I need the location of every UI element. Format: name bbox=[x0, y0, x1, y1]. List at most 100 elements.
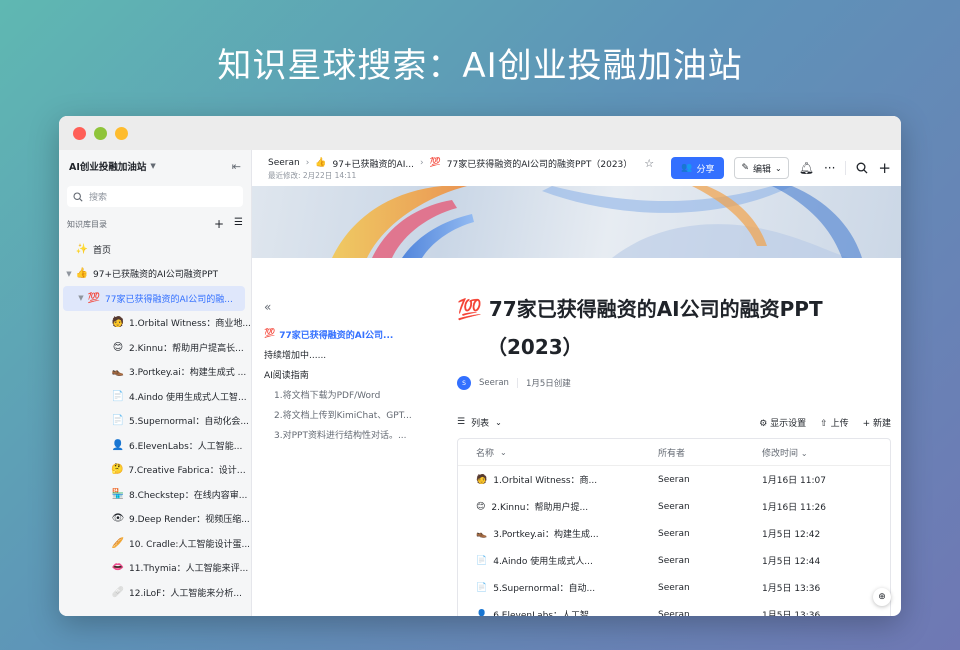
sidebar-item[interactable]: 👤 6.ElevenLabs：人工智能... bbox=[59, 433, 251, 458]
maximize-window-button[interactable] bbox=[94, 126, 107, 140]
table-row[interactable]: 📄 4.Aindo 使用生成式人... Seeran 1月5日 12:44 bbox=[458, 547, 890, 574]
item-icon: 🩹 bbox=[111, 586, 125, 598]
table-row[interactable]: 🧑 1.Orbital Witness：商... Seeran 1月16日 11:07 bbox=[458, 466, 890, 493]
author[interactable]: Seeran bbox=[479, 378, 509, 388]
outline-item[interactable]: 2.将文档上传到KimiChat、GPT... bbox=[264, 404, 429, 424]
sidebar-item[interactable]: 😊 2.Kinnu：帮助用户提高长... bbox=[59, 335, 251, 360]
outline-item[interactable]: 1.将文档下载为PDF/Word bbox=[264, 384, 429, 404]
main-content: Seeran › 👍 97+已获融资的AI... › 💯 77家已获得融资的AI… bbox=[252, 150, 901, 616]
sidebar-item[interactable]: 👄 11.Thymia：人工智能来评... bbox=[59, 556, 251, 581]
row-name: 1.Orbital Witness：商... bbox=[493, 476, 598, 486]
file-icon: 📄 bbox=[476, 582, 488, 593]
item-icon: 👁 bbox=[111, 513, 125, 525]
topbar: Seeran › 👍 97+已获融资的AI... › 💯 77家已获得融资的AI… bbox=[252, 150, 901, 186]
file-icon: 👞 bbox=[476, 528, 488, 539]
collapse-outline-icon[interactable]: « bbox=[264, 300, 429, 324]
breadcrumb-item-0[interactable]: Seeran bbox=[268, 158, 300, 168]
pencil-icon: ✎ bbox=[741, 163, 750, 173]
share-button[interactable]: 👥 分享 bbox=[671, 157, 725, 179]
edit-button[interactable]: ✎ 编辑 ⌄ bbox=[734, 157, 789, 179]
list-settings-icon[interactable]: ☰ bbox=[234, 217, 243, 231]
view-switcher[interactable]: ☰ 列表 ⌄ bbox=[457, 416, 502, 429]
sidebar-item-label: 1.Orbital Witness：商业地... bbox=[129, 319, 251, 330]
display-settings-button[interactable]: ⚙ 显示设置 bbox=[759, 416, 806, 429]
search-icon bbox=[73, 191, 83, 202]
sidebar-item[interactable]: 🏪 8.Checkstep：在线内容审... bbox=[59, 482, 251, 507]
settings-icon: ⚙ bbox=[759, 418, 771, 429]
item-icon: 👞 bbox=[111, 366, 125, 378]
chevron-right-icon: › bbox=[305, 158, 310, 168]
help-float-button[interactable]: ⊕ bbox=[873, 588, 891, 606]
outline-label: 77家已获得融资的AI公司... bbox=[279, 330, 394, 341]
upload-button[interactable]: ⇧ 上传 bbox=[820, 416, 848, 429]
sidebar-item[interactable]: 👞 3.Portkey.ai：构建生成式 ... bbox=[59, 360, 251, 385]
outline-item[interactable]: 持续增加中...... bbox=[264, 344, 429, 364]
breadcrumb-item-1[interactable]: 97+已获融资的AI... bbox=[333, 157, 414, 170]
more-icon[interactable]: ··· bbox=[824, 161, 835, 175]
table-row[interactable]: 👞 3.Portkey.ai：构建生成... Seeran 1月5日 12:42 bbox=[458, 520, 890, 547]
sidebar-item[interactable]: 🩹 12.iLoF：人工智能来分析... bbox=[59, 580, 251, 605]
avatar[interactable]: S bbox=[457, 376, 471, 390]
column-name[interactable]: 名称 ⌄ bbox=[458, 446, 658, 459]
search-placeholder: 搜索 bbox=[89, 193, 108, 203]
sidebar-item[interactable]: 🤔 7.Creative Fabrica：设计初... bbox=[59, 458, 251, 483]
bell-icon[interactable]: 🔔︎ bbox=[799, 161, 814, 175]
sidebar-item[interactable]: 🧑 1.Orbital Witness：商业地... bbox=[59, 311, 251, 336]
workspace-switcher[interactable]: AI创业投融加油站 ▼ bbox=[69, 159, 156, 173]
view-label: 列表 bbox=[471, 418, 490, 429]
search-icon[interactable] bbox=[856, 162, 868, 174]
sidebar-item[interactable]: 🥖 10. Cradle:人工智能设计蛋... bbox=[59, 531, 251, 556]
table-row[interactable]: 👤 6.ElevenLabs：人工智... Seeran 1月5日 13:36 bbox=[458, 601, 890, 617]
add-icon[interactable]: + bbox=[214, 217, 224, 231]
sidebar-search[interactable]: 搜索 bbox=[67, 186, 243, 207]
row-owner: Seeran bbox=[658, 474, 690, 485]
row-name-cell: 👤 6.ElevenLabs：人工智... bbox=[458, 608, 658, 617]
upload-icon: ⇧ bbox=[820, 418, 831, 429]
outline-item[interactable]: 💯 77家已获得融资的AI公司... bbox=[264, 324, 429, 344]
caret-icon[interactable]: ▼ bbox=[75, 294, 87, 302]
caret-icon[interactable]: ▼ bbox=[63, 270, 75, 278]
table-row[interactable]: 📄 5.Supernormal：自动... Seeran 1月5日 13:36 bbox=[458, 574, 890, 601]
chevron-down-icon: ⌄ bbox=[500, 447, 507, 457]
sidebar-item-label: 4.Aindo 使用生成式人工智... bbox=[129, 392, 247, 403]
sidebar-item[interactable]: ▼ 💯 77家已获得融资的AI公司的融... bbox=[63, 286, 245, 311]
title-line-2: （2023） bbox=[487, 335, 583, 359]
sidebar-item[interactable]: 👁 9.Deep Render：视频压缩... bbox=[59, 507, 251, 532]
collapse-sidebar-icon[interactable]: ⇤ bbox=[232, 160, 241, 173]
share-label: 分享 bbox=[696, 164, 715, 175]
outline-icon: 💯 bbox=[264, 329, 276, 339]
table-row[interactable]: 😊 2.Kinnu：帮助用户提... Seeran 1月16日 11:26 bbox=[458, 493, 890, 520]
outline-item[interactable]: 3.对PPT资料进行结构性对话。... bbox=[264, 424, 429, 444]
sidebar-item[interactable]: 📄 5.Supernormal：自动化会... bbox=[59, 409, 251, 434]
chevron-down-icon: ⌄ bbox=[800, 448, 808, 458]
item-icon: 📄 bbox=[111, 390, 125, 402]
sidebar-item[interactable]: 📄 4.Aindo 使用生成式人工智... bbox=[59, 384, 251, 409]
sidebar-item[interactable]: ✨ 首页 bbox=[59, 237, 251, 262]
sidebar-item[interactable]: ▼ 👍 97+已获融资的AI公司融资PPT bbox=[59, 262, 251, 287]
file-table: 名称 ⌄ 所有者 修改时间 ⌄ 🧑 1.Orbital Witness：商... Se… bbox=[457, 438, 891, 616]
outline-label: 持续增加中...... bbox=[264, 350, 327, 361]
close-window-button[interactable] bbox=[73, 126, 86, 140]
breadcrumb-item-2[interactable]: 77家已获得融资的AI公司的融资PPT（2023） bbox=[447, 157, 633, 170]
row-owner: Seeran bbox=[658, 582, 690, 593]
add-icon[interactable]: + bbox=[878, 159, 891, 177]
file-icon: 🧑 bbox=[476, 474, 488, 485]
outline-label: 2.将文档上传到KimiChat、GPT... bbox=[274, 410, 412, 421]
divider bbox=[516, 378, 518, 388]
column-modified[interactable]: 修改时间 ⌄ bbox=[762, 446, 890, 459]
file-icon: 👤 bbox=[476, 609, 488, 617]
cover-art bbox=[332, 186, 862, 258]
new-button[interactable]: + 新建 bbox=[863, 416, 891, 429]
app-window: AI创业投融加油站 ▼ ⇤ 搜索 知识库目录 + ☰ ✨ 首页 ▼ 👍 97+已获融资的… bbox=[59, 116, 901, 616]
minimize-window-button[interactable] bbox=[115, 126, 128, 140]
row-modified: 1月5日 12:44 bbox=[762, 557, 821, 567]
sidebar: AI创业投融加油站 ▼ ⇤ 搜索 知识库目录 + ☰ ✨ 首页 ▼ 👍 97+已获融资的… bbox=[59, 150, 252, 616]
row-modified: 1月5日 13:36 bbox=[762, 611, 821, 616]
outline-item[interactable]: AI阅读指南 bbox=[264, 364, 429, 384]
chevron-down-icon: ⌄ bbox=[775, 163, 782, 173]
row-name: 6.ElevenLabs：人工智... bbox=[493, 611, 598, 616]
row-name-cell: 😊 2.Kinnu：帮助用户提... bbox=[458, 500, 658, 514]
star-icon[interactable]: ☆ bbox=[644, 157, 654, 170]
row-owner: Seeran bbox=[658, 528, 690, 539]
sidebar-item-label: 6.ElevenLabs：人工智能... bbox=[129, 441, 243, 452]
